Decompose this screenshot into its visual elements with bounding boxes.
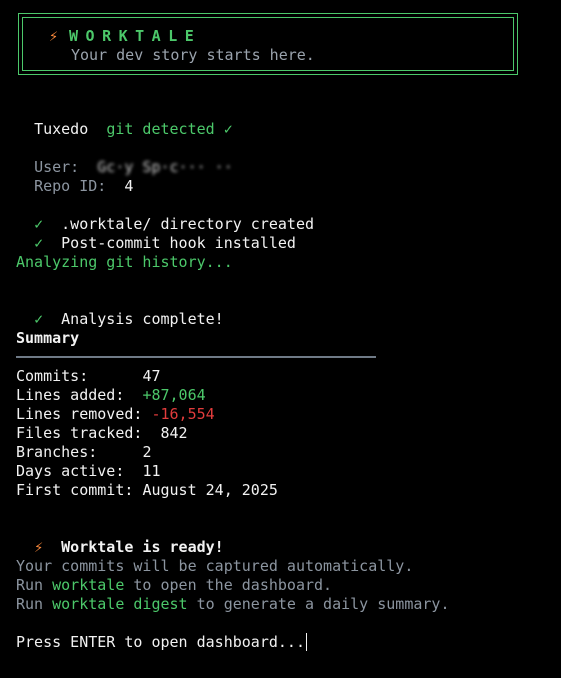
repo-line: Repo ID: 4 (16, 158, 133, 195)
commits-label: Commits: (16, 367, 89, 385)
banner-subtitle: Your dev story starts here. (71, 46, 315, 64)
setup-step: ✓ Post-commit hook installed (16, 215, 296, 252)
removed-label: Lines removed: (16, 405, 143, 423)
branches-value: 2 (142, 443, 152, 461)
hint-digest: Run worktale digest to generate a daily … (16, 595, 450, 614)
summary-row-first-commit: First commit: August 24, 2025 (16, 481, 278, 500)
summary-heading: Summary (16, 329, 80, 347)
commits-value: 47 (142, 367, 161, 385)
app-name: WORKTALE (69, 27, 202, 45)
days-label: Days active: (16, 462, 125, 480)
banner-title: ⚡ WORKTALE (49, 27, 201, 45)
summary-row-branches: Branches: 2 (16, 443, 151, 462)
analysis-complete-text: Analysis complete! (61, 310, 224, 328)
text-cursor (305, 633, 307, 651)
setup-step-text: Post-commit hook installed (61, 234, 296, 252)
repo-label: Repo ID: (34, 177, 107, 195)
lightning-icon: ⚡ (34, 538, 44, 556)
analyzing-text: Analyzing git history... (16, 253, 233, 271)
enter-prompt[interactable]: Press ENTER to open dashboard... (16, 633, 307, 652)
run-prefix: Run (16, 576, 44, 594)
summary-divider (16, 356, 376, 358)
days-value: 11 (142, 462, 161, 480)
setup-step: ✓ .worktale/ directory created (16, 196, 314, 233)
files-label: Files tracked: (16, 424, 143, 442)
enter-prompt-text: Press ENTER to open dashboard... (16, 633, 305, 651)
added-label: Lines added: (16, 386, 125, 404)
branches-label: Branches: (16, 443, 98, 461)
ready-line: ⚡ Worktale is ready! (16, 519, 224, 556)
banner-box: ⚡ WORKTALE Your dev story starts here. (18, 13, 518, 75)
hint-auto-capture: Your commits will be captured automatica… (16, 557, 414, 575)
machine-name: Tuxedo (34, 120, 89, 138)
check-icon: ✓ (34, 234, 44, 252)
check-icon: ✓ (34, 310, 44, 328)
detect-line: Tuxedo git detected ✓ (16, 101, 233, 138)
hint-dashboard: Run worktale to open the dashboard. (16, 576, 332, 595)
ready-text: Worktale is ready! (61, 538, 224, 556)
lightning-icon: ⚡ (49, 27, 59, 45)
summary-row-added: Lines added: +87,064 (16, 386, 206, 405)
summary-row-days: Days active: 11 (16, 462, 161, 481)
summary-row-removed: Lines removed: -16,554 (16, 405, 215, 424)
first-commit-label: First commit: (16, 481, 134, 499)
removed-value: -16,554 (151, 405, 215, 423)
git-status: git detected ✓ (106, 120, 233, 138)
user-line: User: Gc·y Sp·c··· ·· (16, 139, 233, 176)
files-value: 842 (160, 424, 188, 442)
hint-digest-text: to generate a daily summary. (196, 595, 450, 613)
hint-dashboard-text: to open the dashboard. (133, 576, 333, 594)
command-worktale-digest: worktale digest (52, 595, 188, 613)
summary-row-commits: Commits: 47 (16, 367, 161, 386)
banner-inner-border: ⚡ WORKTALE Your dev story starts here. (22, 17, 514, 71)
first-commit-value: August 24, 2025 (142, 481, 278, 499)
added-value: +87,064 (142, 386, 206, 404)
run-prefix: Run (16, 595, 44, 613)
analysis-complete: ✓ Analysis complete! (16, 291, 224, 328)
command-worktale: worktale (52, 576, 125, 594)
summary-row-files: Files tracked: 842 (16, 424, 188, 443)
repo-value: 4 (124, 177, 134, 195)
